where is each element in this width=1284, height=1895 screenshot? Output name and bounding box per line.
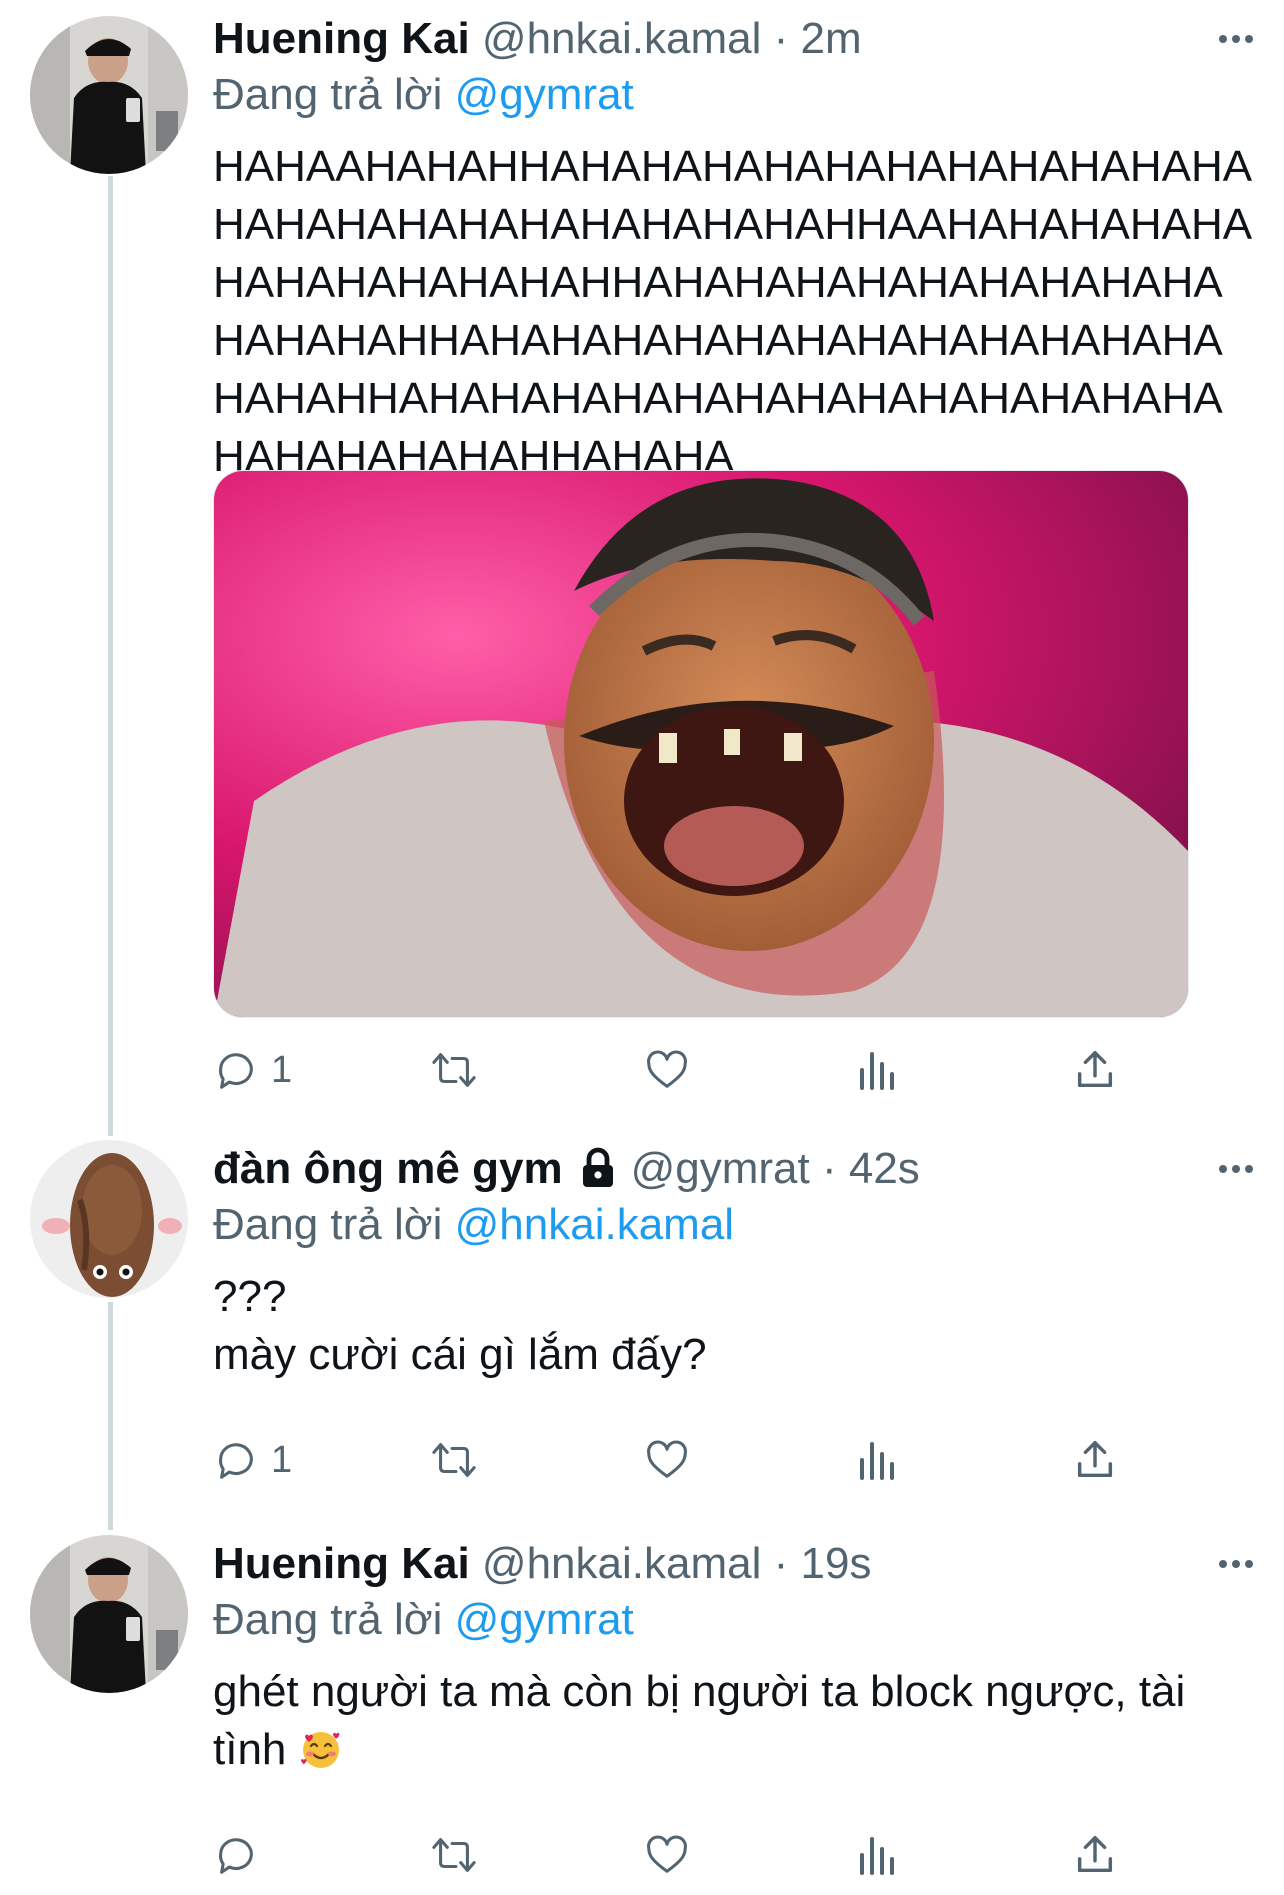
share-button[interactable]: [1073, 1825, 1117, 1885]
analytics-button[interactable]: [858, 1825, 898, 1885]
author-handle[interactable]: @gymrat: [631, 1144, 810, 1193]
analytics-bars-icon: [858, 1833, 898, 1877]
tweet-text: ??? mày cười cái gì lắm đấy?: [213, 1272, 707, 1379]
tweet-text: HAHAAHAHAHHAHAHAHAHAHAHAHAHAHAHAHAHAHAHA…: [213, 142, 1253, 481]
more-horizontal-icon[interactable]: [1218, 12, 1254, 66]
timestamp[interactable]: 19s: [801, 1539, 872, 1588]
reply-bubble-icon: [213, 1437, 259, 1483]
smiling-face-with-hearts-icon: [299, 1728, 343, 1787]
tweet-text: ghét người ta mà còn bị người ta block n…: [213, 1667, 1198, 1774]
avatar[interactable]: [30, 1140, 188, 1298]
lock-icon: [579, 1146, 617, 1200]
reply-bubble-icon: [213, 1832, 259, 1878]
replying-to-label: Đang trả lời: [213, 1200, 443, 1249]
tweet-actions: 1: [213, 1430, 1143, 1490]
timestamp[interactable]: 42s: [849, 1144, 920, 1193]
analytics-bars-icon: [858, 1438, 898, 1482]
tweet-actions: 1: [213, 1040, 1143, 1100]
replying-to-mention[interactable]: @hnkai.kamal: [455, 1200, 734, 1249]
share-button[interactable]: [1073, 1430, 1117, 1490]
replying-to-line: Đang trả lời @gymrat: [213, 66, 1254, 124]
reply-bubble-icon: [213, 1047, 259, 1093]
share-button[interactable]: [1073, 1040, 1117, 1100]
analytics-button[interactable]: [858, 1430, 898, 1490]
retweet-button[interactable]: [428, 1430, 480, 1490]
reply-count: 1: [271, 1048, 293, 1091]
author-name[interactable]: Huening Kai: [213, 14, 470, 63]
reply-count: 1: [271, 1438, 293, 1481]
replying-to-line: Đang trả lời @gymrat: [213, 1591, 1254, 1649]
analytics-bars-icon: [858, 1048, 898, 1092]
heart-icon: [643, 1437, 691, 1483]
replying-to-mention[interactable]: @gymrat: [455, 70, 634, 119]
retweet-icon: [428, 1437, 480, 1483]
timestamp[interactable]: 2m: [801, 14, 862, 63]
tweet-1[interactable]: Huening Kai @hnkai.kamal · 2m Đang trả l…: [0, 0, 1284, 1130]
reply-button[interactable]: [213, 1825, 271, 1885]
tweet-actions: [213, 1825, 1143, 1885]
tweet-3[interactable]: Huening Kai @hnkai.kamal · 19s Đang trả …: [0, 1525, 1284, 1895]
author-name[interactable]: Huening Kai: [213, 1539, 470, 1588]
separator-dot: ·: [773, 1539, 789, 1588]
retweet-icon: [428, 1047, 480, 1093]
like-button[interactable]: [643, 1430, 691, 1490]
retweet-icon: [428, 1832, 480, 1878]
reply-button[interactable]: 1: [213, 1040, 292, 1100]
retweet-button[interactable]: [428, 1040, 480, 1100]
tweet-2[interactable]: đàn ông mê gym @gymrat · 42s Đang trả lời…: [0, 1130, 1284, 1525]
tweet-header: Huening Kai @hnkai.kamal · 2m: [213, 12, 1254, 66]
share-upload-icon: [1073, 1437, 1117, 1483]
analytics-button[interactable]: [858, 1040, 898, 1100]
tweet-media-image[interactable]: [213, 470, 1189, 1018]
more-horizontal-icon[interactable]: [1218, 1537, 1254, 1591]
share-upload-icon: [1073, 1047, 1117, 1093]
tweet-header: đàn ông mê gym @gymrat · 42s: [213, 1142, 1254, 1196]
heart-icon: [643, 1832, 691, 1878]
separator-dot: ·: [773, 14, 789, 63]
author-handle[interactable]: @hnkai.kamal: [482, 14, 761, 63]
like-button[interactable]: [643, 1825, 691, 1885]
heart-icon: [643, 1047, 691, 1093]
separator-dot: ·: [821, 1144, 837, 1193]
more-horizontal-icon[interactable]: [1218, 1142, 1254, 1196]
tweet-text-wrapper: ghét người ta mà còn bị người ta block n…: [213, 1663, 1254, 1787]
author-handle[interactable]: @hnkai.kamal: [482, 1539, 761, 1588]
avatar[interactable]: [30, 16, 188, 174]
replying-to-mention[interactable]: @gymrat: [455, 1595, 634, 1644]
author-name[interactable]: đàn ông mê gym: [213, 1144, 563, 1193]
like-button[interactable]: [643, 1040, 691, 1100]
replying-to-label: Đang trả lời: [213, 1595, 443, 1644]
replying-to-line: Đang trả lời @hnkai.kamal: [213, 1196, 1254, 1254]
share-upload-icon: [1073, 1832, 1117, 1878]
retweet-button[interactable]: [428, 1825, 480, 1885]
replying-to-label: Đang trả lời: [213, 70, 443, 119]
avatar[interactable]: [30, 1535, 188, 1693]
reply-button[interactable]: 1: [213, 1430, 292, 1490]
tweet-header: Huening Kai @hnkai.kamal · 19s: [213, 1537, 1254, 1591]
